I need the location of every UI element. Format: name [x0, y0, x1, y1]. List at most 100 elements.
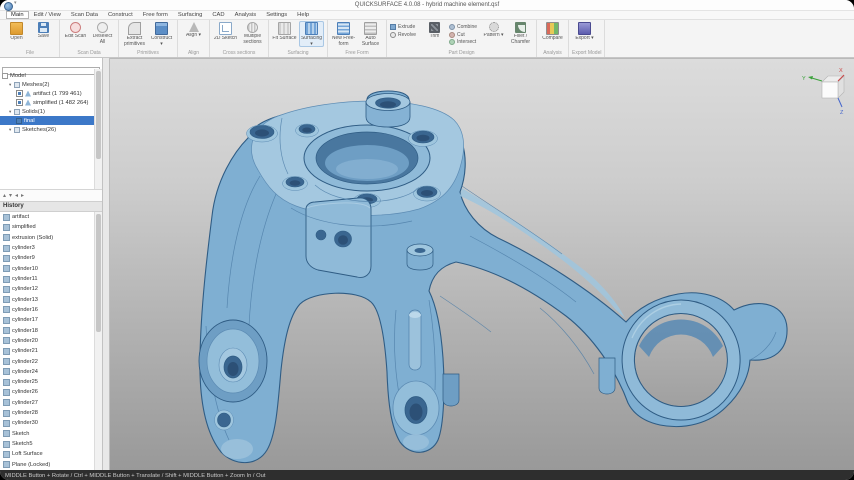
history-item-extrusion-solid[interactable]: extrusion (Solid) [0, 233, 102, 243]
history-item-sketch[interactable]: Sketch [0, 429, 102, 439]
history-item-cylinder22[interactable]: cylinder22 [0, 356, 102, 366]
tree-item-sketches-26[interactable]: ▾Sketches(26) [0, 125, 102, 134]
history-scrollbar[interactable] [94, 212, 102, 470]
step-back-icon[interactable]: ◂ [15, 193, 18, 199]
intersect-button[interactable]: Intersect [449, 39, 479, 45]
tab-settings[interactable]: Settings [261, 11, 292, 19]
history-item-loft-surface[interactable]: Loft Surface [0, 449, 102, 459]
tree-item-solids-1[interactable]: ▾Solids(1) [0, 107, 102, 116]
history-item-cylinder9[interactable]: cylinder9 [0, 253, 102, 263]
cut-icon [449, 32, 455, 38]
tab-edit-view[interactable]: Edit / View [29, 11, 66, 19]
history-item-cylinder12[interactable]: cylinder12 [0, 284, 102, 294]
save-button[interactable]: Save [31, 21, 56, 40]
tree-scrollbar[interactable] [94, 69, 102, 189]
combine-icon [449, 24, 455, 30]
fit-surface-button[interactable]: Fit Surface [272, 21, 297, 42]
trim-button[interactable]: Trim [422, 21, 447, 40]
ribbon-group-free-form: New Free-formAuto SurfaceFree Form [328, 20, 387, 57]
combine-button[interactable]: Combine [449, 24, 479, 30]
feature-icon [3, 420, 10, 427]
history-item-cylinder26[interactable]: cylinder26 [0, 387, 102, 397]
pattern-button[interactable]: Pattern ▾ [481, 21, 506, 39]
history-item-cylinder3[interactable]: cylinder3 [0, 243, 102, 253]
sort-desc-icon[interactable]: ▾ [9, 193, 12, 199]
tie-rod-ring[interactable] [622, 300, 740, 420]
history-item-plane-locked[interactable]: Plane (Locked) [0, 460, 102, 470]
step-forward-icon[interactable]: ▸ [21, 193, 24, 199]
compare-button[interactable]: Compare [540, 21, 565, 42]
open-button[interactable]: Open [4, 21, 29, 42]
history-item-simplified[interactable]: simplified [0, 222, 102, 232]
tab-main[interactable]: Main [6, 11, 29, 19]
history-scrollbar-thumb[interactable] [96, 214, 101, 332]
surfacing-button[interactable]: Surfacing ▾ [299, 21, 324, 47]
view-orientation-indicator[interactable]: Y X Z [802, 64, 848, 116]
auto-surface-button[interactable]: Auto Surface [358, 21, 383, 47]
tree-item-simplified-1-482-264[interactable]: simplified (1 482 264) [0, 98, 102, 107]
construct-button[interactable]: Construct ▾ [149, 21, 174, 47]
align-button[interactable]: Align ▾ [181, 21, 206, 39]
history-item-cylinder30[interactable]: cylinder30 [0, 418, 102, 428]
history-item-cylinder20[interactable]: cylinder20 [0, 336, 102, 346]
model-steering-knuckle[interactable] [110, 58, 854, 470]
feature-icon [3, 255, 10, 262]
fillet-chamfer-button[interactable]: Fillet / Chamfer [508, 21, 533, 45]
tab-cad[interactable]: CAD [207, 11, 229, 19]
edit-scan-button[interactable]: Edit Scan [63, 21, 88, 40]
autosurf-icon [364, 22, 377, 35]
tree-item-meshes-2[interactable]: ▾Meshes(2) [0, 80, 102, 89]
tree-item-artifact-1-799-461[interactable]: artifact (1 799 461) [0, 89, 102, 98]
multiple-sections-button[interactable]: Multiple sections [240, 21, 265, 45]
history-item-cylinder28[interactable]: cylinder28 [0, 408, 102, 418]
tree-item-final[interactable]: final [0, 116, 102, 125]
ribbon-tabs: MainEdit / ViewScan DataConstructFree fo… [0, 11, 854, 20]
top-boss[interactable] [366, 94, 410, 128]
deselect-all-button[interactable]: Deselect All [90, 21, 115, 45]
fillet-icon [515, 22, 526, 33]
visibility-checkbox[interactable] [16, 90, 23, 97]
axis-z-label: Z [840, 110, 844, 116]
history-item-cylinder24[interactable]: cylinder24 [0, 367, 102, 377]
history-item-cylinder25[interactable]: cylinder25 [0, 377, 102, 387]
panel-splitter[interactable] [103, 58, 110, 470]
left-bearing-boss[interactable] [199, 320, 267, 402]
ribbon-group-part-design: Extrude RevolveTrimCombine CutIntersectPat… [387, 20, 537, 57]
new-free-form-button[interactable]: New Free-form [331, 21, 356, 47]
history-toolbar: ▴▾◂▸ [0, 189, 102, 201]
sort-asc-icon[interactable]: ▴ [3, 193, 6, 199]
history-item-cylinder17[interactable]: cylinder17 [0, 315, 102, 325]
history-item-cylinder18[interactable]: cylinder18 [0, 325, 102, 335]
history-item-artifact[interactable]: artifact [0, 212, 102, 222]
2d-sketch-button[interactable]: 2D Sketch [213, 21, 238, 42]
tab-surfacing[interactable]: Surfacing [173, 11, 208, 19]
export-button[interactable]: Export ▾ [572, 21, 597, 42]
history-header: History [0, 201, 102, 212]
history-item-cylinder16[interactable]: cylinder16 [0, 305, 102, 315]
folder-icon [14, 109, 20, 115]
tab-free-form[interactable]: Free form [138, 11, 173, 19]
history-item-cylinder10[interactable]: cylinder10 [0, 264, 102, 274]
tree-scrollbar-thumb[interactable] [96, 71, 101, 159]
extract-primitives-button[interactable]: Extract primitives [122, 21, 147, 47]
cut-button[interactable]: Cut [449, 32, 479, 38]
viewport-3d[interactable]: Y X Z [110, 58, 854, 470]
history-item-cylinder13[interactable]: cylinder13 [0, 295, 102, 305]
history-item-sketch5[interactable]: Sketch5 [0, 439, 102, 449]
feature-icon [3, 286, 10, 293]
history-item-cylinder27[interactable]: cylinder27 [0, 398, 102, 408]
extrude-button[interactable]: Extrude [390, 24, 420, 30]
tab-help[interactable]: Help [292, 11, 314, 19]
revolve-button[interactable]: Revolve [390, 32, 420, 38]
mounting-tab[interactable] [306, 198, 371, 278]
status-bar: MIDDLE Button + Rotate / Ctrl + MIDDLE B… [0, 470, 854, 480]
tree-item-model[interactable]: Model [0, 71, 102, 80]
history-item-cylinder21[interactable]: cylinder21 [0, 346, 102, 356]
tab-construct[interactable]: Construct [103, 11, 138, 19]
tab-scan-data[interactable]: Scan Data [66, 11, 103, 19]
tab-analysis[interactable]: Analysis [230, 11, 262, 19]
window-title: QUICKSURFACE 4.0.08 - hybrid machine ele… [0, 0, 854, 10]
folder-icon [14, 127, 20, 133]
history-item-cylinder11[interactable]: cylinder11 [0, 274, 102, 284]
visibility-checkbox[interactable] [16, 99, 23, 106]
